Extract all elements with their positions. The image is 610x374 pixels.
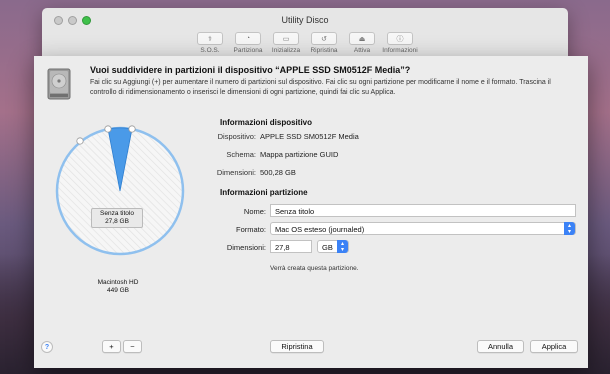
partition-name: Macintosh HD bbox=[97, 279, 139, 286]
remove-partition-button[interactable]: − bbox=[123, 340, 142, 353]
chevron-updown-icon: ▴ ▾ bbox=[337, 240, 348, 253]
device-info-heading: Informazioni dispositivo bbox=[220, 118, 313, 127]
toolbar-erase[interactable]: ▭ Inizializza bbox=[268, 32, 304, 54]
stethoscope-icon[interactable]: ⚕ bbox=[197, 32, 223, 45]
partition-size-field[interactable]: 27,8 bbox=[270, 240, 312, 253]
apply-button[interactable]: Applica bbox=[530, 340, 578, 353]
partition-icon[interactable]: ◔ bbox=[235, 32, 261, 45]
size-row: Dimensioni: 500,28 GB bbox=[176, 168, 296, 177]
toolbar-partition[interactable]: ◔ Partiziona bbox=[230, 32, 266, 54]
device-info-section: Informazioni dispositivo bbox=[220, 118, 312, 127]
toolbar-restore[interactable]: ↺ Ripristina bbox=[306, 32, 342, 54]
resize-handle[interactable] bbox=[128, 125, 136, 133]
size-key: Dimensioni: bbox=[216, 168, 256, 177]
scheme-value: Mappa partizione GUID bbox=[260, 150, 339, 159]
scheme-row: Schema: Mappa partizione GUID bbox=[176, 150, 338, 159]
device-key: Dispositivo: bbox=[217, 132, 256, 141]
toolbar-mount[interactable]: ⏏ Attiva bbox=[344, 32, 380, 54]
partition-sheet: Vuoi suddividere in partizioni il dispos… bbox=[34, 56, 588, 368]
revert-button[interactable]: Ripristina bbox=[270, 340, 324, 353]
toolbar: ⚕ S.O.S. ◔ Partiziona ▭ Inizializza ↺ Ri… bbox=[42, 32, 568, 54]
cancel-button[interactable]: Annulla bbox=[477, 340, 524, 353]
device-row: Dispositivo: APPLE SSD SM0512F Media bbox=[176, 132, 359, 141]
info-icon[interactable]: ⓘ bbox=[387, 32, 413, 45]
name-label: Nome: bbox=[243, 207, 266, 216]
partition-size: 449 GB bbox=[106, 287, 130, 294]
partition-name-field[interactable]: Senza titolo bbox=[270, 204, 576, 217]
toolbar-label: Inizializza bbox=[271, 47, 301, 54]
main-partition-label: Macintosh HD 449 GB bbox=[89, 279, 147, 295]
mount-icon[interactable]: ⏏ bbox=[349, 32, 375, 45]
add-partition-button[interactable]: + bbox=[102, 340, 121, 353]
partition-info-section: Informazioni partizione bbox=[220, 188, 308, 197]
window-title: Utility Disco bbox=[281, 15, 329, 25]
toolbar-sos[interactable]: ⚕ S.O.S. bbox=[192, 32, 228, 54]
unit-select[interactable]: GB ▴ ▾ bbox=[317, 240, 349, 253]
hard-drive-icon bbox=[47, 68, 71, 100]
toolbar-label: S.O.S. bbox=[200, 47, 220, 54]
format-value: Mac OS esteso (journaled) bbox=[275, 225, 365, 234]
chevron-updown-icon: ▴ ▾ bbox=[564, 222, 575, 235]
format-label: Formato: bbox=[235, 225, 266, 234]
toolbar-label: Attiva bbox=[353, 47, 371, 54]
erase-icon[interactable]: ▭ bbox=[273, 32, 299, 45]
partition-note: Verrà creata questa partizione. bbox=[270, 265, 359, 272]
resize-handle[interactable] bbox=[104, 125, 112, 133]
sheet-description: Fai clic su Aggiungi (+) per aumentare i… bbox=[90, 79, 551, 96]
help-button[interactable]: ? bbox=[41, 341, 53, 353]
size-value: 500,28 GB bbox=[260, 168, 296, 177]
selected-partition-label: Senza titolo 27,8 GB bbox=[91, 208, 143, 228]
scheme-key: Schema: bbox=[226, 150, 256, 159]
partition-name: Senza titolo bbox=[100, 210, 134, 217]
format-select[interactable]: Mac OS esteso (journaled) ▴ ▾ bbox=[270, 222, 576, 235]
resize-handle[interactable] bbox=[76, 137, 84, 145]
device-value: APPLE SSD SM0512F Media bbox=[260, 132, 359, 141]
toolbar-label: Ripristina bbox=[310, 47, 338, 54]
restore-icon[interactable]: ↺ bbox=[311, 32, 337, 45]
size-field-label: Dimensioni: bbox=[226, 243, 266, 252]
partition-size: 27,8 GB bbox=[105, 218, 129, 225]
toolbar-info[interactable]: ⓘ Informazioni bbox=[382, 32, 418, 54]
toolbar-label: Informazioni bbox=[382, 47, 418, 54]
toolbar-label: Partiziona bbox=[233, 47, 263, 54]
partition-info-heading: Informazioni partizione bbox=[220, 188, 308, 197]
unit-value: GB bbox=[322, 243, 333, 252]
sheet-title: Vuoi suddividere in partizioni il dispos… bbox=[90, 65, 411, 75]
